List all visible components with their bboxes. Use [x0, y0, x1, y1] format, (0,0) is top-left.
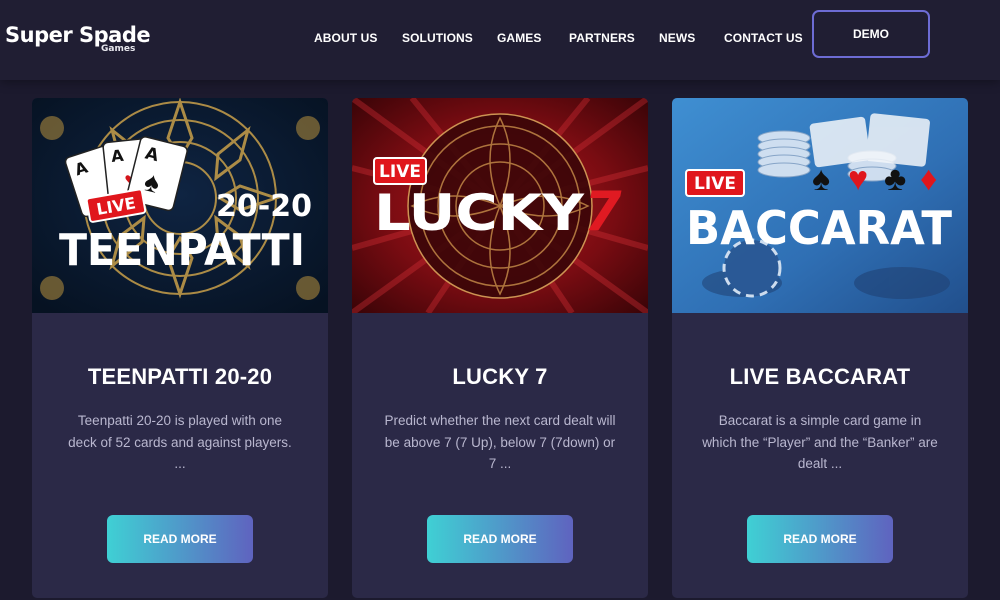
read-more-button[interactable]: READ MORE	[107, 515, 253, 563]
demo-button[interactable]: DEMO	[812, 10, 930, 58]
game-card-teenpatti: A A ♥ A ♠ LIVE 20-20 TEENPATTI	[32, 98, 328, 598]
svg-text:20-20: 20-20	[216, 189, 312, 224]
baccarat-artwork: ♠ ♥ ♣ ♦ LIVE BACCARAT	[672, 98, 968, 313]
svg-text:7: 7	[584, 180, 622, 243]
teenpatti-game-image[interactable]: A A ♥ A ♠ LIVE 20-20 TEENPATTI	[32, 98, 328, 313]
baccarat-game-image[interactable]: ♠ ♥ ♣ ♦ LIVE BACCARAT	[672, 98, 968, 313]
card-title: LIVE BACCARAT	[729, 364, 911, 389]
card-title: LUCKY 7	[452, 364, 548, 389]
lucky7-game-image[interactable]: LIVE LUCKY 7	[352, 98, 648, 313]
nav-solutions[interactable]: SOLUTIONS	[402, 31, 473, 47]
card-description: Teenpatti 20-20 is played with one deck …	[68, 413, 292, 471]
card-description: Predict whether the next card dealt will…	[384, 413, 616, 471]
spade-suit-icon: ♠	[812, 160, 830, 198]
nav-about-us[interactable]: ABOUT US	[314, 31, 377, 47]
diamond-suit-icon: ♦	[920, 160, 937, 198]
nav-news[interactable]: NEWS	[659, 31, 695, 47]
card-description: Baccarat is a simple card game in which …	[702, 413, 938, 471]
svg-text:LIVE: LIVE	[694, 174, 736, 194]
game-card-lucky-7: LIVE LUCKY 7 LUCKY 7 Predict whether the…	[352, 98, 648, 598]
heart-suit-icon: ♥	[848, 160, 868, 198]
live-badge: LIVE	[685, 169, 745, 197]
read-more-button[interactable]: READ MORE	[747, 515, 893, 563]
nav-contact-us[interactable]: CONTACT US	[724, 31, 803, 47]
svg-text:BACCARAT: BACCARAT	[686, 201, 953, 255]
teenpatti-artwork: A A ♥ A ♠ LIVE 20-20 TEENPATTI	[32, 98, 328, 313]
svg-text:LIVE: LIVE	[379, 162, 421, 182]
club-suit-icon: ♣	[884, 160, 906, 198]
game-card-live-baccarat: ♠ ♥ ♣ ♦ LIVE BACCARAT LIVE BACCARAT Bacc…	[672, 98, 968, 598]
card-title: TEENPATTI 20-20	[87, 364, 273, 389]
live-badge: LIVE	[373, 157, 427, 185]
read-more-button[interactable]: READ MORE	[427, 515, 573, 563]
nav-partners[interactable]: PARTNERS	[569, 31, 635, 47]
site-header: Super Spade Games ABOUT US SOLUTIONS GAM…	[0, 0, 1000, 80]
nav-games[interactable]: GAMES	[497, 31, 542, 47]
svg-text:LUCKY: LUCKY	[374, 184, 585, 242]
svg-text:TEENPATTI: TEENPATTI	[59, 225, 305, 276]
lucky7-artwork: LIVE LUCKY 7	[352, 98, 648, 313]
